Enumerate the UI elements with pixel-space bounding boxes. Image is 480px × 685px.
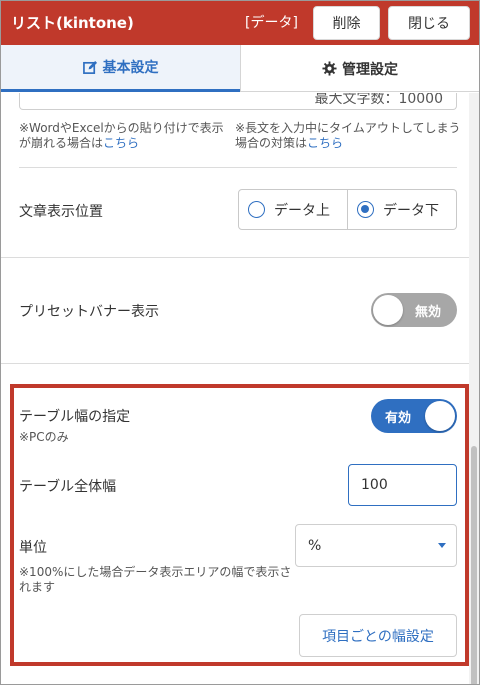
table-width-toggle[interactable]: 有効 — [371, 399, 457, 433]
timeout-note: ※長文を入力中にタイムアウトしてしまう場合の対策はこちら — [235, 121, 463, 151]
timeout-note-text: ※長文を入力中にタイムアウトしてしまう場合の対策は — [235, 121, 461, 150]
total-width-input[interactable]: 100 — [348, 464, 457, 506]
toggle-knob — [373, 295, 403, 325]
paste-help-link[interactable]: こちら — [103, 136, 139, 150]
radio-data-above-label: データ上 — [274, 202, 330, 219]
edit-icon — [82, 60, 98, 75]
preset-banner-label: プリセットバナー表示 — [19, 304, 159, 320]
unit-select-value: % — [308, 537, 322, 554]
text-position-radio-group: データ上 データ下 — [238, 189, 457, 230]
unit-select[interactable]: % — [295, 524, 457, 567]
table-width-label: テーブル幅の指定 — [19, 409, 131, 425]
settings-tabs: 基本設定 管理設定 — [1, 45, 479, 92]
settings-content: 最大文字数：10000 ※WordやExcelからの貼り付けで表示が崩れる場合は… — [1, 93, 479, 684]
column-width-settings-button[interactable]: 項目ごとの幅設定 — [299, 614, 457, 657]
max-chars-counter: 最大文字数：10000 — [314, 93, 443, 107]
radio-data-below[interactable]: データ下 — [348, 189, 457, 230]
data-tag-label: [データ] — [245, 15, 298, 31]
radio-data-above[interactable]: データ上 — [238, 189, 348, 230]
dialog-window: リスト(kintone) [データ] 削除 閉じる 基本設定 管理設定 最大文字… — [0, 0, 480, 685]
tab-admin-settings[interactable]: 管理設定 — [240, 45, 479, 92]
text-position-label: 文章表示位置 — [19, 204, 103, 220]
toggle-knob — [425, 401, 455, 431]
close-button[interactable]: 閉じる — [388, 6, 470, 40]
gear-icon — [322, 61, 337, 76]
table-width-toggle-text: 有効 — [385, 411, 412, 426]
divider — [1, 257, 479, 258]
divider — [19, 167, 457, 168]
total-width-label: テーブル全体幅 — [19, 479, 117, 495]
unit-label: 単位 — [19, 540, 47, 556]
radio-data-below-label: データ下 — [383, 202, 439, 219]
dialog-title: リスト(kintone) — [11, 14, 134, 32]
radio-unchecked-icon — [248, 201, 265, 218]
divider — [1, 363, 479, 364]
delete-button[interactable]: 削除 — [313, 6, 380, 40]
tab-basic-label: 基本設定 — [102, 60, 159, 76]
dialog-header: リスト(kintone) [データ] 削除 閉じる — [1, 1, 479, 45]
preset-banner-toggle[interactable]: 無効 — [371, 293, 457, 327]
radio-checked-icon — [357, 201, 374, 218]
tab-admin-label: 管理設定 — [342, 61, 398, 78]
preset-banner-toggle-text: 無効 — [414, 305, 441, 320]
tab-basic-settings[interactable]: 基本設定 — [1, 45, 240, 92]
timeout-help-link[interactable]: こちら — [307, 136, 343, 150]
caret-down-icon — [438, 543, 446, 548]
pc-only-note: ※PCのみ — [19, 430, 69, 444]
unit-note: ※100%にした場合データ表示エリアの幅で表示されます — [19, 565, 292, 594]
paste-note: ※WordやExcelからの貼り付けで表示が崩れる場合はこちら — [19, 121, 231, 151]
scrollbar-thumb[interactable] — [471, 446, 477, 684]
